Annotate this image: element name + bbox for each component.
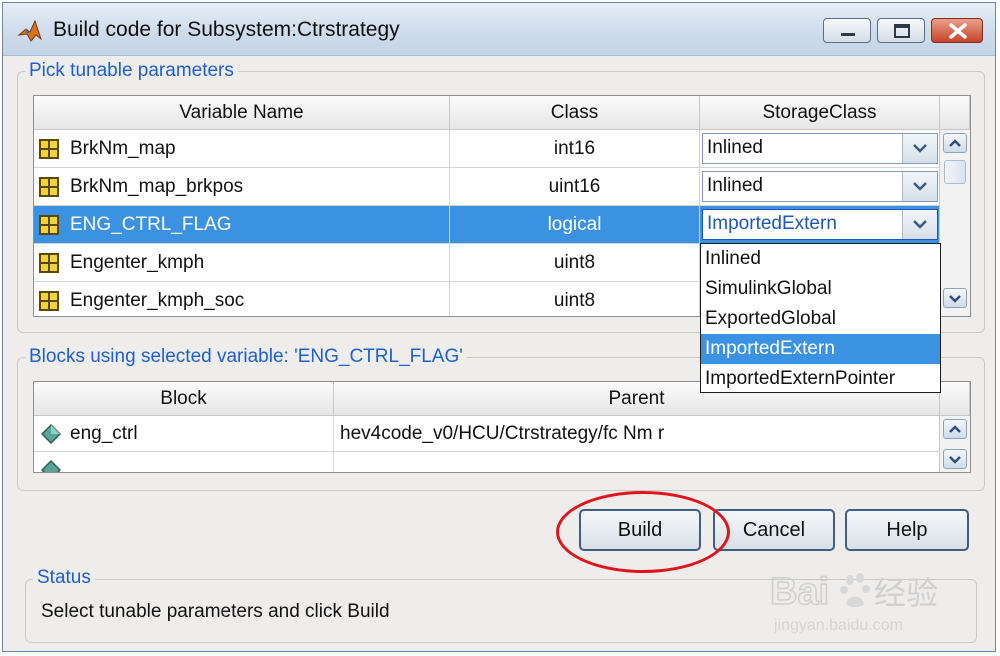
status-message: Select tunable parameters and click Buil… [41,601,390,622]
parent-cell [334,452,940,472]
block-diamond-icon [41,460,61,472]
chevron-down-icon [949,456,961,464]
variable-name-cell: Engenter_kmph [34,244,450,282]
class-cell: uint8 [450,282,700,316]
blocks-table: Block Parent eng_ctrl hev4code_v0/HCU/Ct… [33,381,971,473]
storage-class-cell: Inlined [700,168,940,206]
close-button[interactable] [931,18,983,43]
table-row[interactable]: BrkNm_map_brkpos uint16 Inlined [34,168,940,206]
scroll-down-button[interactable] [943,449,967,469]
annotation-circle [556,491,730,573]
chevron-up-icon [949,425,961,433]
variable-name: BrkNm_map [70,138,176,159]
dropdown-option[interactable]: Inlined [701,244,940,274]
block-name: eng_ctrl [70,423,138,444]
variable-name-cell: BrkNm_map [34,130,450,168]
variable-name: Engenter_kmph_soc [70,290,245,311]
column-header-storage-class[interactable]: StorageClass [700,96,940,130]
storage-class-value: Inlined [707,137,763,158]
scroll-thumb[interactable] [944,160,966,184]
baidu-logo-icon: Bai 经验 jingyan.baidu.com [769,570,938,634]
parent-cell: hev4code_v0/HCU/Ctrstrategy/fc Nm r [334,416,940,452]
storage-class-combo-active[interactable]: ImportedExtern [702,209,938,240]
status-group-label: Status [33,567,95,589]
storage-class-combo[interactable]: Inlined [702,171,938,202]
storage-class-dropdown-list: Inlined SimulinkGlobal ExportedGlobal Im… [700,243,941,393]
variable-name: BrkNm_map_brkpos [70,176,244,197]
chevron-down-icon[interactable] [902,172,937,201]
dialog-window: Build code for Subsystem:Ctrstrategy Pic… [2,2,996,652]
svg-text:经验: 经验 [874,575,938,611]
dropdown-option-highlighted[interactable]: ImportedExtern [701,334,940,364]
header-corner [940,382,970,416]
scroll-up-button[interactable] [943,419,967,439]
window-title: Build code for Subsystem:Ctrstrategy [53,18,400,41]
table-row-selected[interactable]: ENG_CTRL_FLAG logical ImportedExtern [34,206,940,244]
scroll-up-button[interactable] [943,133,967,153]
variable-name-cell: BrkNm_map_brkpos [34,168,450,206]
storage-class-cell: ImportedExtern [700,206,940,244]
dropdown-option[interactable]: ExportedGlobal [701,304,940,334]
table-row[interactable]: BrkNm_map int16 Inlined [34,130,940,168]
table-row-partial[interactable] [34,452,940,472]
block-cell: eng_ctrl [34,416,334,452]
params-scrollbar[interactable] [939,130,970,316]
scroll-down-button[interactable] [943,288,967,308]
blocks-group-label: Blocks using selected variable: 'ENG_CTR… [25,346,467,368]
maximize-button[interactable] [877,18,925,43]
chevron-down-icon[interactable] [902,134,937,163]
help-button[interactable]: Help [845,509,969,551]
dropdown-option[interactable]: SimulinkGlobal [701,274,940,304]
storage-class-value: Inlined [707,175,763,196]
variable-name-cell: Engenter_kmph_soc [34,282,450,316]
storage-class-value: ImportedExtern [707,213,837,234]
class-cell: int16 [450,130,700,168]
block-cell [34,452,334,472]
block-diamond-icon [41,424,61,444]
title-bar[interactable]: Build code for Subsystem:Ctrstrategy [3,3,995,56]
storage-class-cell: Inlined [700,130,940,168]
header-corner [940,96,970,130]
cancel-button[interactable]: Cancel [713,509,835,551]
class-cell: uint16 [450,168,700,206]
parameter-grid-icon [39,291,59,311]
maximize-icon [894,24,910,38]
chevron-down-icon [949,295,961,303]
variable-name: Engenter_kmph [70,252,205,273]
variable-name-cell: ENG_CTRL_FLAG [34,206,450,244]
parameter-grid-icon [39,139,59,159]
baidu-watermark: Bai 经验 jingyan.baidu.com [769,560,996,640]
column-header-variable-name[interactable]: Variable Name [34,96,450,130]
variable-name: ENG_CTRL_FLAG [70,214,232,235]
column-header-class[interactable]: Class [450,96,700,130]
chevron-down-icon[interactable] [902,210,937,239]
parameter-grid-icon [39,177,59,197]
matlab-icon [17,19,43,42]
chevron-up-icon [949,139,961,147]
storage-class-combo[interactable]: Inlined [702,133,938,164]
svg-text:jingyan.baidu.com: jingyan.baidu.com [773,617,903,634]
svg-text:Bai: Bai [770,571,829,613]
blocks-scrollbar[interactable] [939,416,970,472]
parameter-grid-icon [39,253,59,273]
params-group-label: Pick tunable parameters [25,60,238,82]
class-cell: uint8 [450,244,700,282]
minimize-icon [841,33,855,36]
parameter-grid-icon [39,215,59,235]
table-row[interactable]: eng_ctrl hev4code_v0/HCU/Ctrstrategy/fc … [34,416,940,452]
minimize-button[interactable] [823,18,871,43]
close-icon [949,23,967,39]
dropdown-option[interactable]: ImportedExternPointer [701,364,940,394]
column-header-block[interactable]: Block [34,382,334,416]
class-cell: logical [450,206,700,244]
